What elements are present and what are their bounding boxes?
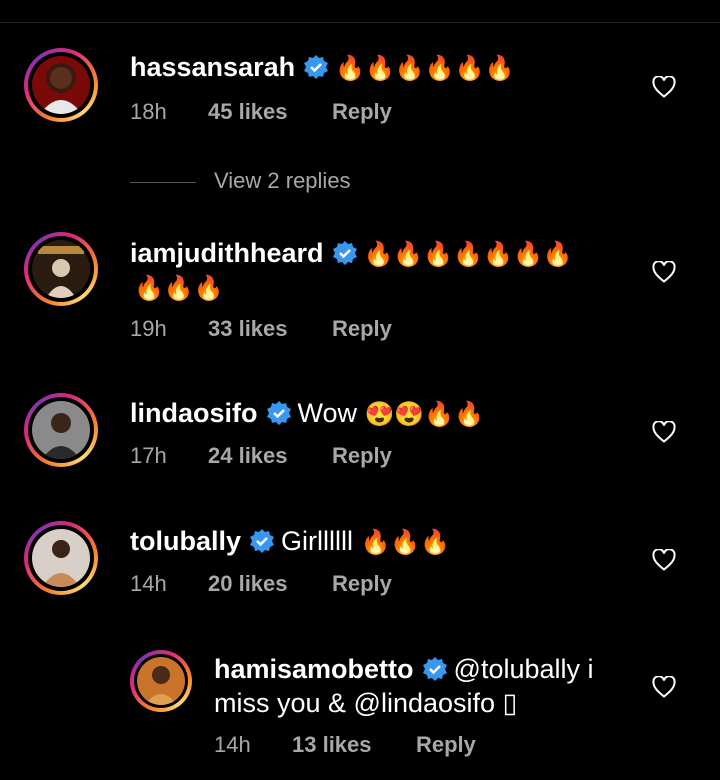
comment-text: Wow — [297, 398, 358, 428]
avatar-hamisamobetto[interactable] — [130, 650, 192, 712]
verified-badge-icon — [303, 54, 329, 88]
comment-username[interactable]: iamjudithheard — [130, 238, 324, 268]
comment-text: miss you & @lindaosifo ⁠▯ — [214, 688, 518, 718]
comment-likes[interactable]: 24 likes — [208, 442, 332, 470]
comment-emoji: 🔥 — [390, 529, 421, 556]
view-replies-label: View 2 replies — [214, 168, 351, 193]
heart-outline-icon[interactable] — [652, 260, 676, 288]
heart-outline-icon[interactable] — [652, 548, 676, 576]
comment-likes[interactable]: 20 likes — [208, 570, 332, 598]
comment-text: @tolubally i — [453, 654, 594, 684]
heart-outline-icon[interactable] — [652, 75, 676, 103]
comment-time: 17h — [130, 443, 167, 468]
avatar-tolubally[interactable] — [24, 521, 98, 595]
verified-badge-icon — [332, 240, 358, 274]
verified-badge-icon — [422, 656, 448, 690]
top-divider — [0, 22, 720, 23]
heart-outline-icon[interactable] — [652, 420, 676, 448]
comment-emoji: 🔥 — [134, 275, 164, 302]
comment-emoji: 🔥 — [454, 55, 485, 82]
comment-username[interactable]: hamisamobetto — [214, 654, 414, 684]
view-replies-link[interactable]: View 2 replies — [130, 168, 351, 194]
comment-emoji: 🔥 — [163, 275, 194, 302]
reply-button[interactable]: Reply — [332, 442, 392, 470]
comment-username[interactable]: lindaosifo — [130, 398, 258, 428]
avatar-image — [137, 657, 185, 705]
avatar-image — [32, 240, 90, 298]
comment-time: 14h — [130, 571, 167, 596]
comment-emoji: 🔥 — [365, 55, 395, 82]
heart-outline-icon[interactable] — [652, 675, 676, 703]
comment-emoji: 🔥 — [193, 275, 224, 302]
avatar-lindaosifo[interactable] — [24, 393, 98, 467]
comment-emoji: 🔥 — [454, 401, 485, 428]
reply-button[interactable]: Reply — [332, 570, 392, 598]
comment-emoji: 😍 — [394, 401, 425, 428]
verified-badge-icon — [249, 528, 275, 562]
reply-button[interactable]: Reply — [416, 731, 476, 759]
comment-emoji: 😍 — [364, 401, 395, 428]
comment-emoji: 🔥 — [424, 55, 455, 82]
comment-likes[interactable]: 33 likes — [208, 315, 332, 343]
comment-emoji: 🔥 — [542, 241, 573, 268]
comment-emoji: 🔥 — [424, 401, 455, 428]
verified-badge-icon — [266, 400, 292, 434]
avatar-image — [32, 529, 90, 587]
avatar-iamjudithheard[interactable] — [24, 232, 98, 306]
comment-emoji: 🔥 — [394, 55, 425, 82]
replies-divider — [130, 181, 196, 183]
comment-username[interactable]: tolubally — [130, 526, 241, 556]
comment-likes[interactable]: 45 likes — [208, 98, 332, 126]
comment-time: 19h — [130, 316, 167, 341]
reply-button[interactable]: Reply — [332, 98, 392, 126]
comment-emoji: 🔥 — [512, 241, 543, 268]
comment-emoji: 🔥 — [360, 529, 391, 556]
comment-emoji: 🔥 — [484, 55, 515, 82]
comment-emoji: 🔥 — [420, 529, 451, 556]
comment-username[interactable]: hassansarah — [130, 52, 295, 82]
comment-emoji: 🔥 — [423, 241, 454, 268]
comment-emoji: 🔥 — [453, 241, 484, 268]
avatar-image — [32, 401, 90, 459]
comment-emoji: 🔥 — [393, 241, 424, 268]
avatar-image — [32, 56, 90, 114]
comment-text: Girllllll — [281, 526, 353, 556]
comment-time: 14h — [214, 732, 251, 757]
comment-time: 18h — [130, 99, 167, 124]
comment-likes[interactable]: 13 likes — [292, 731, 416, 759]
reply-button[interactable]: Reply — [332, 315, 392, 343]
comment-emoji: 🔥 — [363, 241, 394, 268]
avatar-hassansarah[interactable] — [24, 48, 98, 122]
comment-emoji: 🔥 — [483, 241, 513, 268]
comment-emoji: 🔥 — [335, 55, 365, 82]
